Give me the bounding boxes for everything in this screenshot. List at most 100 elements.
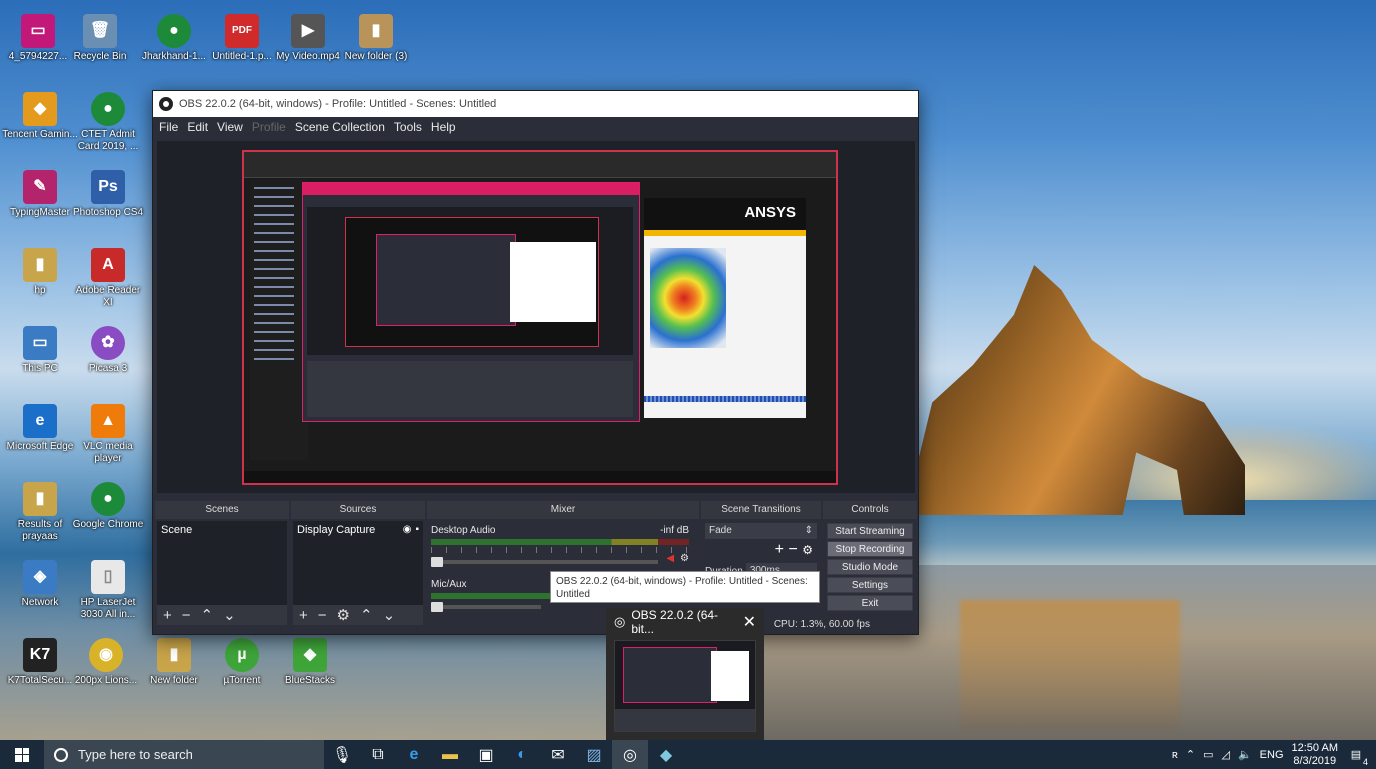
desktop-icon-k7[interactable]: K7 K7TotalSecu... <box>2 638 78 687</box>
visibility-eye-icon[interactable]: ◉ <box>403 524 412 536</box>
desktop-icon-edge[interactable]: e Microsoft Edge <box>2 404 78 453</box>
close-icon[interactable]: ✕ <box>743 612 756 632</box>
desktop-icon-ctet[interactable]: ● CTET Admit Card 2019, ... <box>70 92 146 153</box>
add-transition-icon[interactable]: + <box>775 541 784 558</box>
menu-help[interactable]: Help <box>431 120 456 134</box>
studio-mode-button[interactable]: Studio Mode <box>827 559 913 575</box>
clock-time: 12:50 AM <box>1291 741 1338 754</box>
desktop-icon-hp-laserjet[interactable]: ▯ HP LaserJet 3030 All in... <box>70 560 146 621</box>
edge-icon[interactable]: e <box>396 740 432 769</box>
channel-settings-gear-icon[interactable]: ⚙ <box>680 553 689 564</box>
desktop-icon-hp[interactable]: ▮ hp <box>2 248 78 297</box>
settings-button[interactable]: Settings <box>827 577 913 593</box>
recycle-bin-icon: 🗑 <box>83 14 117 48</box>
volume-icon[interactable]: 🔈 <box>1238 748 1252 761</box>
desktop-icon-adobe-reader[interactable]: A Adobe Reader XI <box>70 248 146 309</box>
transition-settings-gear-icon[interactable]: ⚙ <box>802 543 813 557</box>
captured-obs-window <box>302 182 640 422</box>
taskbar-tooltip: OBS 22.0.2 (64-bit, windows) - Profile: … <box>550 571 820 603</box>
desktop-icon-my-video[interactable]: ▶ My Video.mp4 <box>270 14 346 63</box>
desktop-icon-tencent[interactable]: ◆ Tencent Gamin... <box>2 92 78 141</box>
desktop-icon-lions[interactable]: ◉ 200px Lions... <box>68 638 144 687</box>
volume-slider[interactable] <box>431 556 659 567</box>
lock-icon[interactable]: ▪ <box>415 524 419 536</box>
desktop-icon-jharkhand[interactable]: ● Jharkhand-1... <box>136 14 212 63</box>
ansys-simulation-image <box>650 248 726 348</box>
scenes-header: Scenes <box>155 501 289 519</box>
mail-icon[interactable]: ✉ <box>540 740 576 769</box>
chrome-icon: ● <box>157 14 191 48</box>
remove-transition-icon[interactable]: − <box>788 541 797 558</box>
desktop-icon-new-folder-3[interactable]: ▮ New folder (3) <box>338 14 414 63</box>
app-icon[interactable]: ◆ <box>648 740 684 769</box>
mute-speaker-icon[interactable]: ◀ <box>666 553 674 564</box>
channel-level: -inf dB <box>660 525 689 536</box>
stop-recording-button[interactable]: Stop Recording <box>827 541 913 557</box>
ccleaner-icon[interactable]: ◐ <box>504 740 540 769</box>
source-item[interactable]: Display Capture ◉ ▪ <box>293 521 423 539</box>
network-icon[interactable]: ◿ <box>1222 748 1230 761</box>
sources-dock: Sources Display Capture ◉ ▪ + − ⚙ ⌃ ⌄ <box>291 501 425 632</box>
obs-titlebar[interactable]: OBS 22.0.2 (64-bit, windows) - Profile: … <box>153 91 918 117</box>
menu-view[interactable]: View <box>217 120 243 134</box>
mixer-header: Mixer <box>427 501 699 519</box>
people-icon[interactable]: ʀ <box>1172 749 1178 761</box>
menu-file[interactable]: File <box>159 120 178 134</box>
display-capture-source[interactable]: ANSYS <box>242 150 838 485</box>
desktop-icon-bluestacks[interactable]: ◆ BlueStacks <box>272 638 348 687</box>
transition-toolbar: + − ⚙ <box>701 541 821 561</box>
mixer-channel-desktop-audio: Desktop Audio -inf dB ◀ ⚙ <box>431 525 689 567</box>
k7-icon: K7 <box>23 638 57 672</box>
microphone-icon[interactable]: 🎙 <box>324 740 360 769</box>
desktop-icon-utorrent[interactable]: µ µTorrent <box>204 638 280 687</box>
menu-edit[interactable]: Edit <box>187 120 208 134</box>
desktop-icon-picasa[interactable]: ✿ Picasa 3 <box>70 326 146 375</box>
exit-button[interactable]: Exit <box>827 595 913 611</box>
taskbar-thumbnail-preview[interactable]: ◎ OBS 22.0.2 (64-bit... ✕ <box>606 608 764 740</box>
desktop-icon-google-chrome[interactable]: ● Google Chrome <box>70 482 146 531</box>
desktop-icon-typingmaster[interactable]: ✎ TypingMaster <box>2 170 78 219</box>
captured-obs-docks <box>307 361 633 417</box>
desktop-icon-new-folder[interactable]: ▮ New folder <box>136 638 212 687</box>
desktop-icon-vlc[interactable]: ▲ VLC media player <box>70 404 146 465</box>
action-center-icon[interactable]: ▤ 4 <box>1346 748 1368 767</box>
desktop-icon-photoshop[interactable]: Ps Photoshop CS4 <box>70 170 146 219</box>
battery-icon[interactable]: ▭ <box>1203 748 1213 761</box>
menu-tools[interactable]: Tools <box>394 120 422 134</box>
show-hidden-icons-chevron-icon[interactable]: ⌃ <box>1186 748 1195 761</box>
obs-logo-icon: ◎ <box>614 614 626 629</box>
pdf-icon: PDF <box>225 14 259 48</box>
file-explorer-icon[interactable]: ▬ <box>432 740 468 769</box>
volume-slider[interactable] <box>431 602 541 612</box>
menu-scene-collection[interactable]: Scene Collection <box>295 120 385 134</box>
photos-icon[interactable]: ▨ <box>576 740 612 769</box>
cpu-fps-status: CPU: 1.3%, 60.00 fps <box>773 619 870 630</box>
transitions-header: Scene Transitions <box>701 501 821 519</box>
transition-select[interactable]: Fade ⇕ <box>705 523 817 539</box>
search-placeholder: Type here to search <box>78 747 193 762</box>
desktop-icon-untitled-pdf[interactable]: PDF Untitled-1.p... <box>204 14 280 63</box>
task-view-icon[interactable]: ⧉ <box>360 740 396 769</box>
language-indicator[interactable]: ENG <box>1260 749 1284 761</box>
controls-dock: Controls Start Streaming Stop Recording … <box>823 501 917 632</box>
desktop-icon-recycle-bin[interactable]: 🗑 Recycle Bin <box>62 14 138 63</box>
taskbar-search-box[interactable]: Type here to search <box>44 740 324 769</box>
clock[interactable]: 12:50 AM 8/3/2019 <box>1292 742 1338 768</box>
desktop-icon-this-pc[interactable]: ▭ This PC <box>2 326 78 375</box>
volume-meter <box>431 539 689 545</box>
store-icon[interactable]: ▣ <box>468 740 504 769</box>
obs-taskbar-icon[interactable]: ◎ <box>612 740 648 769</box>
tencent-icon: ◆ <box>23 92 57 126</box>
desktop-icon-network[interactable]: ◈ Network <box>2 560 78 609</box>
computer-icon: ▭ <box>23 326 57 360</box>
bluestacks-icon: ◆ <box>293 638 327 672</box>
start-streaming-button[interactable]: Start Streaming <box>827 523 913 539</box>
desktop-icon-results[interactable]: ▮ Results of prayaas <box>2 482 78 543</box>
clock-date: 8/3/2019 <box>1293 754 1337 767</box>
obs-preview[interactable]: ANSYS <box>157 141 915 493</box>
scene-item[interactable]: Scene <box>157 521 287 539</box>
thumbnail-image[interactable] <box>614 640 756 732</box>
ansys-progress-strip <box>644 396 806 402</box>
start-button[interactable] <box>0 740 44 769</box>
menu-profile[interactable]: Profile <box>252 120 286 134</box>
